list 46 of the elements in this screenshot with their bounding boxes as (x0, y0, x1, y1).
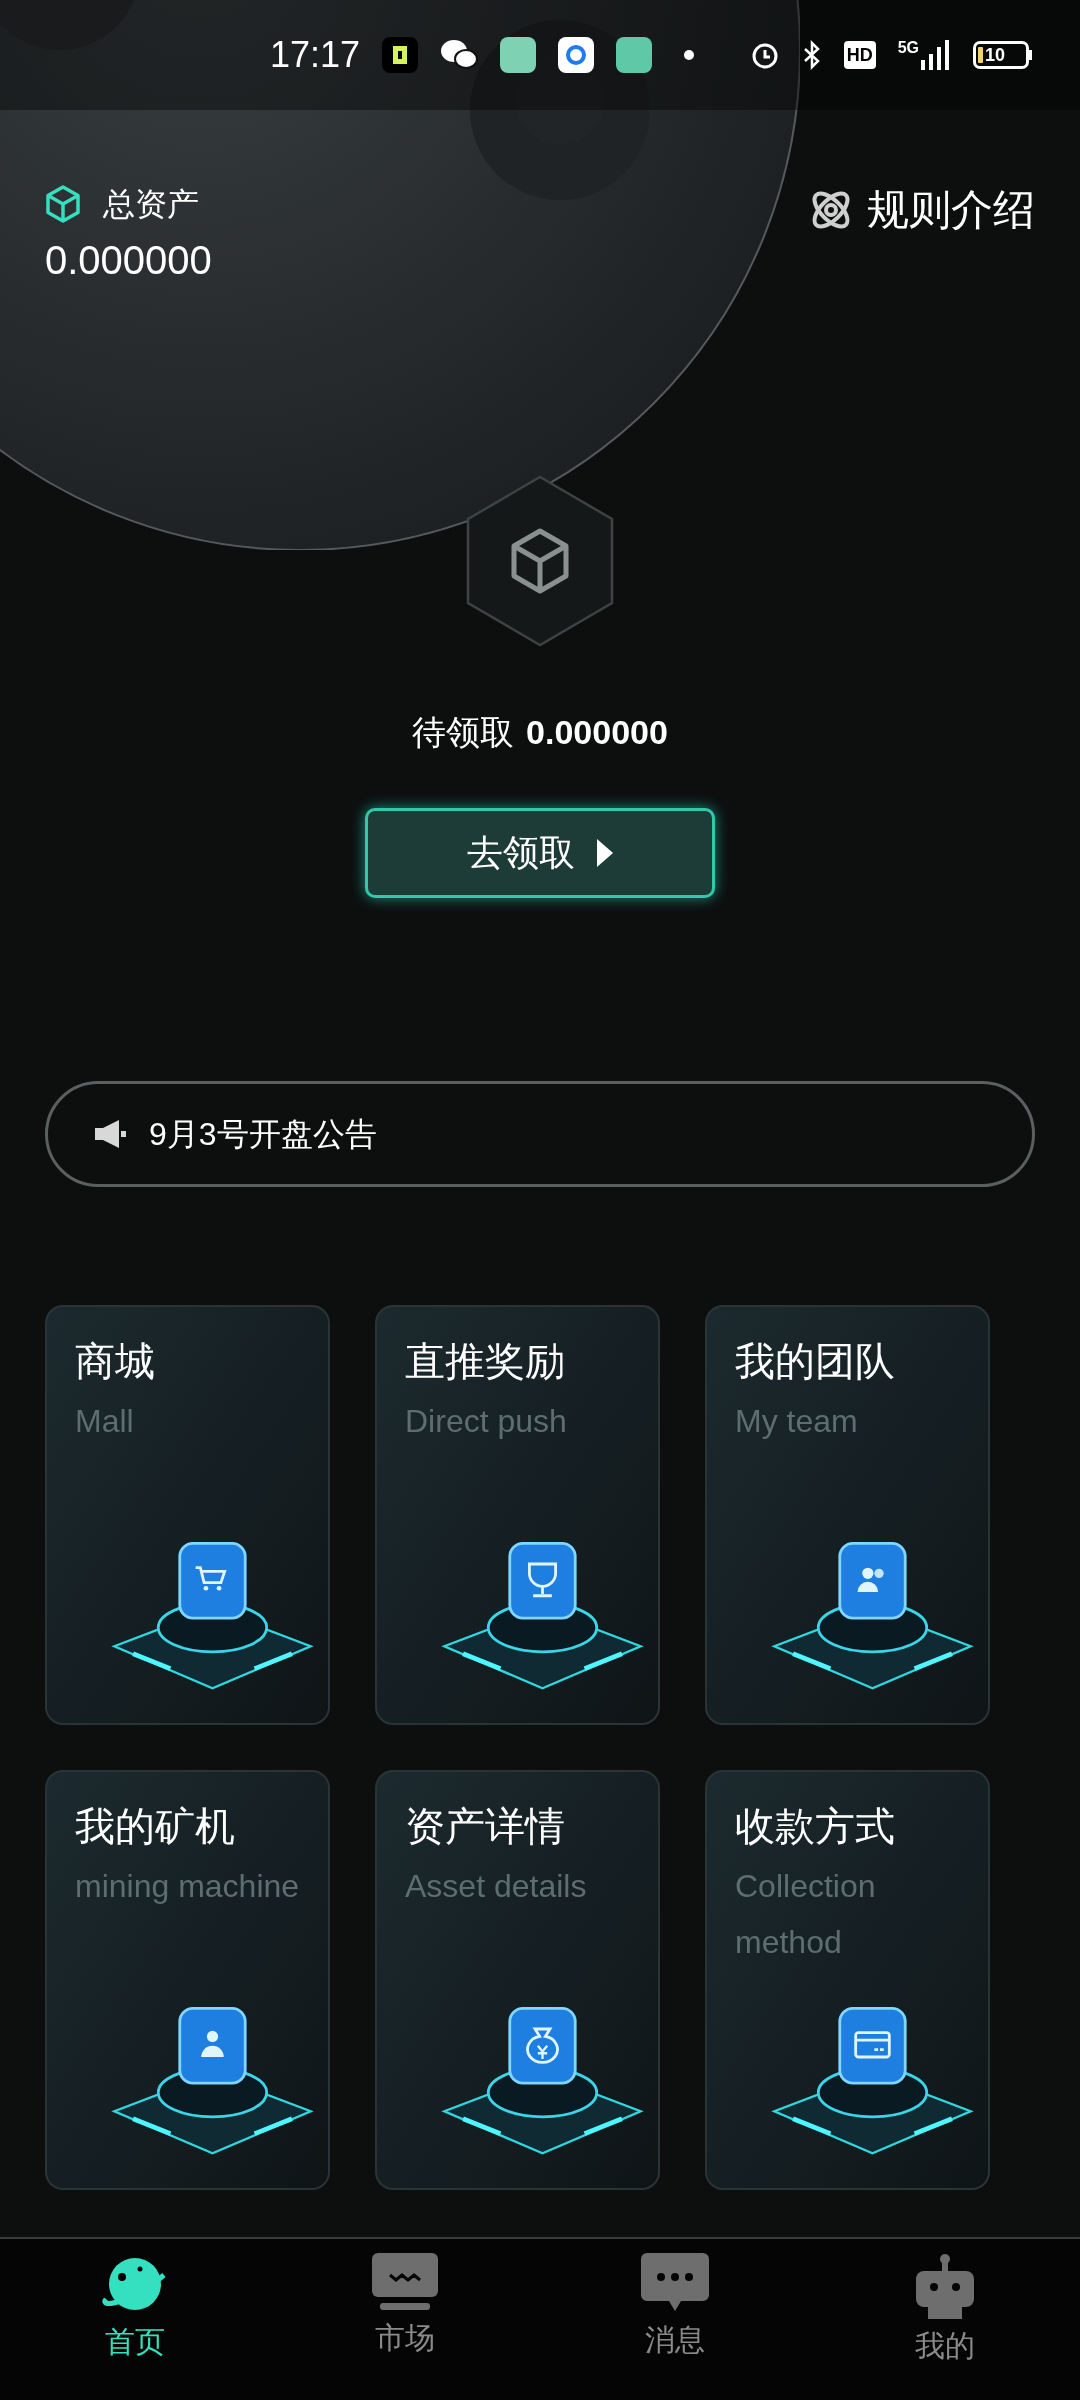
pending-label: 待领取 (412, 712, 515, 753)
card-title: 资产详情 (405, 1803, 566, 1850)
card-title: 我的团队 (735, 1338, 896, 1385)
total-assets-label: 总资产 (103, 185, 199, 224)
nav-tab[interactable]: 我的 (810, 2253, 1080, 2368)
hexagon-cube-icon (464, 475, 616, 647)
nav-tab[interactable]: 首页 (0, 2253, 270, 2368)
app-icon (382, 37, 419, 73)
hd-badge: HD (843, 41, 876, 69)
card-subtitle: Mall (75, 1402, 135, 1441)
announcement-text: 9月3号开盘公告 (149, 1115, 377, 1154)
rules-link[interactable]: 规则介绍 (807, 178, 1035, 241)
nav-tab[interactable]: 消息 (540, 2253, 810, 2368)
menu-card[interactable]: 商城 Mall (45, 1305, 330, 1725)
chat-icon (641, 2253, 709, 2313)
card-title: 我的矿机 (75, 1803, 236, 1850)
pending-value: 0.000000 (526, 712, 668, 753)
battery-icon: 10 (973, 41, 1029, 69)
megaphone-icon (93, 1119, 127, 1149)
nav-tab[interactable]: 市场 (270, 2253, 540, 2368)
card-subtitle: mining machine (75, 1867, 301, 1906)
card-title: 直推奖励 (405, 1338, 566, 1385)
chat-bubbles-icon (440, 38, 479, 72)
play-icon (597, 839, 613, 867)
card-subtitle: Collection method (735, 1867, 877, 1962)
cube-icon (45, 185, 81, 223)
status-time: 17:17 (270, 33, 361, 77)
card-subtitle: Direct push (405, 1402, 568, 1441)
app-icon (500, 37, 537, 73)
card-subtitle: My team (735, 1402, 859, 1441)
announcement-bar[interactable]: 9月3号开盘公告 (45, 1081, 1035, 1187)
total-assets-value: 0.000000 (45, 240, 212, 280)
menu-card[interactable]: 直推奖励 Direct push (375, 1305, 660, 1725)
card-title: 收款方式 (735, 1803, 896, 1850)
menu-card[interactable]: 收款方式 Collection method (705, 1770, 990, 2190)
signal-icon (921, 40, 951, 70)
menu-card[interactable]: 资产详情 Asset details (375, 1770, 660, 2190)
card-title: 商城 (75, 1338, 156, 1385)
claim-button[interactable]: 去领取 (365, 808, 715, 898)
menu-card[interactable]: 我的团队 My team (705, 1305, 990, 1725)
monitor-icon (372, 2253, 438, 2311)
menu-card[interactable]: 我的矿机 mining machine (45, 1770, 330, 2190)
app-icon (558, 37, 595, 73)
app-icon (616, 37, 653, 73)
network-type: 5G (897, 40, 919, 56)
card-subtitle: Asset details (405, 1867, 588, 1906)
